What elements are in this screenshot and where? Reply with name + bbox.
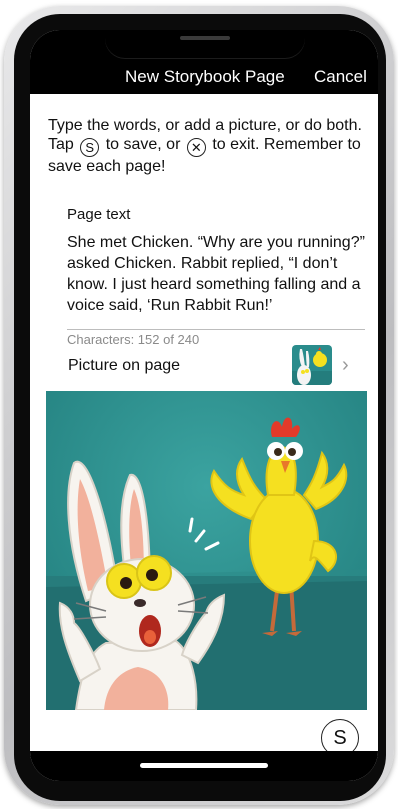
instructions-to-save: to save, or <box>105 136 181 153</box>
picture-on-page-row[interactable]: Picture on page › <box>60 342 370 388</box>
cancel-button[interactable]: Cancel <box>314 67 367 87</box>
device-notch <box>105 30 305 58</box>
close-icon: ✕ <box>186 138 206 157</box>
picture-on-page-label: Picture on page <box>68 357 181 374</box>
picture-thumbnail <box>292 345 332 385</box>
page-text-field[interactable]: She met Chicken. “Why are you running?” … <box>67 232 365 316</box>
instructions-line1: Type the words, or add a picture, or do … <box>48 117 362 134</box>
instructions-tap: Tap <box>48 136 74 153</box>
text-field-divider <box>67 329 365 330</box>
navigation-bar: New Storybook Page Cancel <box>30 30 378 94</box>
instructions-text: Type the words, or add a picture, or do … <box>48 116 372 176</box>
save-icon: S <box>80 138 100 157</box>
screen: New Storybook Page Cancel Type the words… <box>30 30 378 781</box>
page-title: New Storybook Page <box>125 67 285 86</box>
page-text-label: Page text <box>67 206 131 223</box>
bottom-bar <box>30 751 378 781</box>
home-indicator[interactable] <box>140 763 268 768</box>
speaker-grille <box>180 36 230 40</box>
chevron-right-icon: › <box>342 354 349 376</box>
page-picture <box>46 391 367 710</box>
